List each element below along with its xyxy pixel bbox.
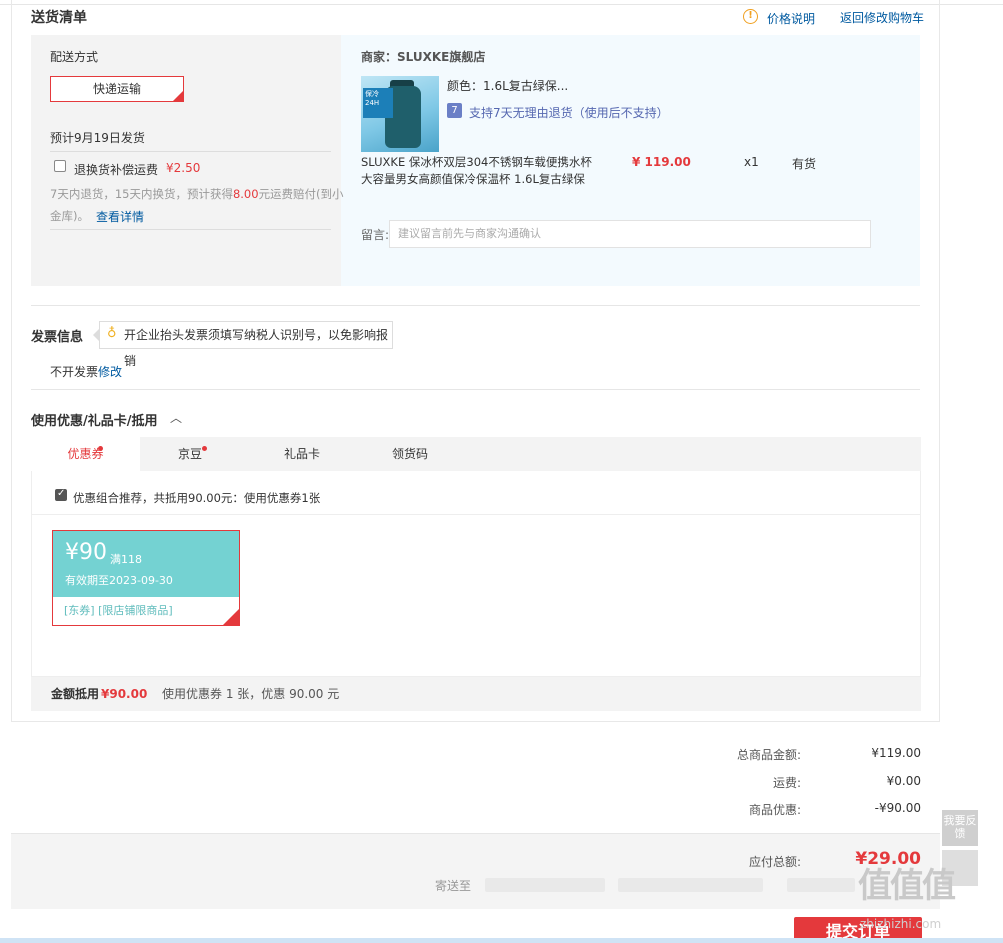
blurred-address: [485, 878, 605, 892]
discount-summary: 金额抵用 ¥90.00 使用优惠券 1 张，优惠 90.00 元: [31, 677, 921, 711]
watermark-logo: 值值值: [858, 866, 956, 906]
return-note-line2: 金库)。: [50, 209, 89, 223]
message-label: 留言:: [361, 228, 390, 242]
seller-name: 商家：SLUXKE旗舰店: [361, 50, 486, 64]
view-detail-link[interactable]: 查看详情: [96, 208, 144, 225]
freight-label: 运费:: [772, 776, 801, 790]
return-insurance-checkbox[interactable]: [54, 160, 66, 172]
items-total-value: ¥119.00: [871, 746, 921, 760]
discount-title: 使用优惠/礼品卡/抵用: [31, 414, 158, 429]
recommend-text: 优惠组合推荐，共抵用90.00元：使用优惠券1张: [73, 491, 321, 505]
invoice-status: 不开发票: [50, 365, 99, 379]
coupon-validity: 有效期至2023-09-30: [65, 574, 173, 587]
coupon-card[interactable]: ¥90 满118 有效期至2023-09-30 [东券] [限店铺限商品]: [52, 530, 240, 626]
return-policy: 支持7天无理由退货（使用后不支持）: [469, 106, 669, 120]
coupon-condition: 满118: [110, 553, 142, 566]
message-input[interactable]: 建议留言前先与商家沟通确认: [389, 220, 871, 248]
tab-claim-code[interactable]: 领货码: [356, 437, 464, 471]
blurred-address: [787, 878, 855, 892]
product-stock: 有货: [792, 157, 817, 171]
summary-detail: 使用优惠券 1 张，优惠 90.00 元: [162, 687, 340, 701]
tab-jingdou[interactable]: 京豆: [140, 437, 240, 471]
selected-corner-icon: [173, 91, 183, 101]
ship-to-label: 寄送至: [435, 879, 472, 893]
discount-total-value: -¥90.00: [874, 801, 921, 815]
watermark-url: zhizhizhi.com: [860, 917, 942, 931]
product-name-line2[interactable]: 大容量男女高颜值保冷保温杯 1.6L复古绿保: [361, 171, 585, 187]
product-image[interactable]: 保冷24H: [361, 76, 439, 152]
new-dot-icon: [202, 446, 207, 451]
express-shipping-label: 快递运输: [92, 82, 141, 96]
payable-panel: [11, 833, 940, 909]
feedback-button[interactable]: 我要反馈: [942, 810, 978, 846]
coupon-tags: [东券] [限店铺限商品]: [64, 604, 173, 617]
lightbulb-icon: ♁: [107, 326, 117, 341]
product-color: 颜色：1.6L复古绿保...: [447, 79, 569, 93]
divider: [50, 229, 331, 230]
page-title: 送货清单: [31, 10, 87, 26]
coupon-header: ¥90 满118 有效期至2023-09-30: [53, 531, 239, 597]
summary-label: 金额抵用: [51, 687, 100, 701]
bottom-bar: [0, 938, 1003, 943]
product-qty: x1: [744, 155, 759, 169]
invoice-tip: ♁ 开企业抬头发票须填写纳税人识别号，以免影响报销: [99, 321, 393, 368]
divider: [31, 389, 920, 390]
tab-gift-card-label: 礼品卡: [283, 447, 320, 461]
divider: [32, 514, 920, 515]
freight-value: ¥0.00: [886, 774, 921, 788]
tab-gift-card[interactable]: 礼品卡: [248, 437, 356, 471]
image-badge: 保冷24H: [363, 88, 393, 118]
return-note: 7天内退货，15天内换货，预计获得8.00元运费赔付(到小: [50, 186, 344, 202]
recommend-checkbox[interactable]: [55, 488, 67, 501]
return-note-amount: 8.00: [232, 187, 259, 201]
product-name-line1[interactable]: SLUXKE 保冰杯双层304不锈钢车载便携水杯: [361, 154, 592, 170]
tab-coupon[interactable]: 优惠券: [31, 437, 140, 471]
back-to-cart-link[interactable]: 返回修改购物车: [840, 9, 924, 26]
divider: [31, 305, 920, 306]
return-insurance-label: 退换货补偿运费: [74, 163, 159, 177]
invoice-edit-link[interactable]: 修改: [98, 363, 122, 380]
collapse-chevron-icon[interactable]: ︿: [170, 409, 182, 426]
selected-check-icon: [223, 609, 239, 625]
info-icon: !: [743, 9, 758, 24]
coupon-amount: ¥90: [65, 540, 107, 565]
blurred-address: [618, 878, 763, 892]
items-total-label: 总商品金额:: [736, 748, 801, 762]
payable-label: 应付总额:: [748, 855, 801, 869]
tab-claim-code-label: 领货码: [391, 447, 428, 461]
express-shipping-button[interactable]: 快递运输: [50, 76, 184, 102]
divider: [50, 151, 331, 152]
new-dot-icon: [98, 446, 103, 451]
product-price: ¥ 119.00: [632, 155, 691, 169]
discount-total-label: 商品优惠:: [748, 803, 801, 817]
price-note-link[interactable]: 价格说明: [767, 10, 815, 27]
return-insurance-price: ¥2.50: [166, 161, 201, 175]
seven-day-return-icon: 7: [447, 103, 462, 118]
summary-amount: ¥90.00: [101, 687, 148, 701]
shipping-method-label: 配送方式: [50, 50, 99, 64]
tab-jingdou-label: 京豆: [177, 447, 202, 461]
return-note-post: 元运费赔付(到小: [258, 187, 344, 201]
return-note-pre: 7天内退货，15天内换货，预计获得: [50, 187, 233, 201]
shipping-eta: 预计9月19日发货: [50, 131, 145, 145]
invoice-title: 发票信息: [31, 330, 84, 345]
